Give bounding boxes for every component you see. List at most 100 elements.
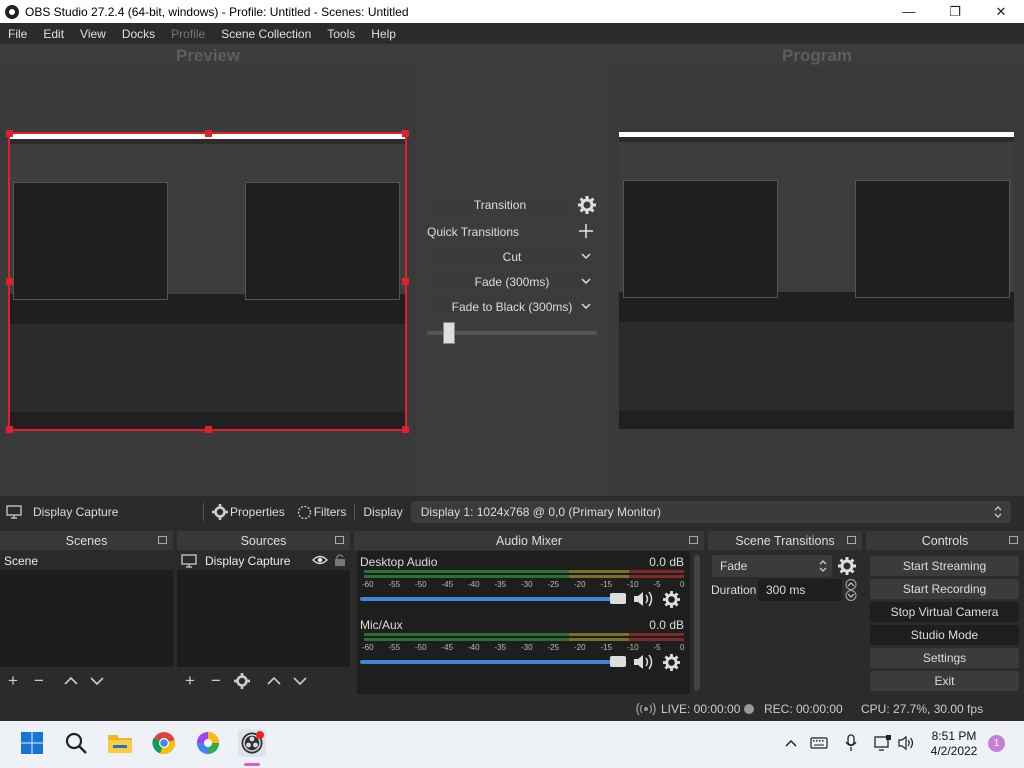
chevron-down-icon bbox=[581, 253, 591, 260]
menu-docks[interactable]: Docks bbox=[114, 27, 163, 41]
scene-item-label: Scene bbox=[4, 553, 39, 568]
start-recording-button[interactable]: Start Recording bbox=[870, 579, 1019, 599]
quick-transition-fade[interactable]: Fade (300ms) bbox=[427, 272, 597, 292]
chrome-button[interactable] bbox=[150, 729, 178, 757]
close-button[interactable]: ✕ bbox=[978, 0, 1024, 23]
controls-dock-title: Controls bbox=[866, 531, 1024, 550]
float-dock-icon[interactable] bbox=[335, 536, 344, 544]
search-button[interactable] bbox=[62, 729, 90, 757]
notification-badge[interactable]: 1 bbox=[988, 735, 1005, 752]
meter-scale-label: -45 bbox=[441, 643, 454, 652]
duration-value: 300 ms bbox=[766, 583, 806, 597]
scenes-dock-title: Scenes bbox=[0, 531, 173, 550]
remove-scene-button[interactable]: − bbox=[26, 670, 52, 692]
search-icon bbox=[65, 732, 87, 754]
settings-button[interactable]: Settings bbox=[870, 648, 1019, 668]
move-source-down-button[interactable] bbox=[287, 670, 313, 692]
transition-type-select[interactable]: Fade bbox=[712, 555, 832, 577]
display-icon[interactable] bbox=[874, 735, 892, 751]
gear-icon[interactable] bbox=[663, 654, 680, 671]
move-source-up-button[interactable] bbox=[261, 670, 287, 692]
meter-scale-label: -50 bbox=[415, 643, 427, 652]
mixer-scrollbar[interactable] bbox=[694, 555, 700, 691]
volume-slider-handle[interactable] bbox=[610, 656, 626, 667]
start-button[interactable] bbox=[18, 729, 46, 757]
obs-taskbar-button[interactable] bbox=[238, 729, 266, 757]
meter-scale-label: -10 bbox=[627, 643, 639, 652]
move-scene-down-button[interactable] bbox=[84, 670, 110, 692]
eye-icon[interactable] bbox=[312, 554, 328, 566]
menu-tools[interactable]: Tools bbox=[319, 27, 363, 41]
chevron-up-icon bbox=[64, 676, 78, 685]
meter-scale-label: -20 bbox=[574, 580, 586, 589]
speaker-icon[interactable] bbox=[633, 590, 655, 608]
source-selection-box[interactable] bbox=[6, 130, 409, 433]
duration-input[interactable]: 300 ms bbox=[758, 579, 842, 601]
menu-profile[interactable]: Profile bbox=[163, 27, 213, 41]
quick-transitions-label: Quick Transitions bbox=[427, 225, 520, 239]
duration-label: Duration bbox=[711, 583, 757, 597]
microphone-icon[interactable] bbox=[844, 734, 858, 752]
source-item[interactable]: Display Capture bbox=[177, 551, 350, 570]
menu-help[interactable]: Help bbox=[363, 27, 404, 41]
float-dock-icon[interactable] bbox=[1009, 536, 1018, 544]
menu-scene-collection[interactable]: Scene Collection bbox=[213, 27, 319, 41]
filters-button[interactable]: Filters bbox=[297, 505, 347, 520]
add-scene-button[interactable]: + bbox=[0, 670, 26, 692]
maximize-button[interactable]: ❐ bbox=[932, 0, 978, 23]
menu-file[interactable]: File bbox=[0, 27, 35, 41]
chevron-up-icon[interactable] bbox=[784, 737, 798, 751]
minimize-button[interactable]: — bbox=[886, 0, 932, 23]
windows-taskbar: 8:51 PM 4/2/2022 1 bbox=[0, 721, 1024, 768]
sources-dock-title: Sources bbox=[177, 531, 350, 550]
meter-scale-label: 0 bbox=[680, 643, 685, 652]
transition-button[interactable]: Transition bbox=[427, 195, 573, 215]
tbar-handle[interactable] bbox=[442, 322, 455, 344]
volume-icon[interactable] bbox=[898, 735, 916, 751]
transition-type-value: Fade bbox=[720, 559, 748, 573]
exit-button[interactable]: Exit bbox=[870, 671, 1019, 691]
add-source-button[interactable]: + bbox=[177, 670, 203, 692]
system-clock[interactable]: 8:51 PM 4/2/2022 bbox=[924, 729, 984, 759]
quick-transition-cut[interactable]: Cut bbox=[427, 247, 597, 267]
source-toolbar: Display Capture Properties Filters Displ… bbox=[0, 498, 1024, 526]
float-dock-icon[interactable] bbox=[689, 536, 698, 544]
float-dock-icon[interactable] bbox=[158, 536, 167, 544]
volume-slider-handle[interactable] bbox=[610, 593, 626, 604]
move-scene-up-button[interactable] bbox=[58, 670, 84, 692]
studio-mode-button[interactable]: Studio Mode bbox=[870, 625, 1019, 645]
menu-view[interactable]: View bbox=[72, 27, 114, 41]
transition-properties-gear-icon[interactable] bbox=[838, 557, 856, 575]
file-explorer-button[interactable] bbox=[106, 729, 134, 757]
record-dot-icon bbox=[744, 704, 754, 714]
start-streaming-button[interactable]: Start Streaming bbox=[870, 556, 1019, 576]
stop-virtual-camera-button[interactable]: Stop Virtual Camera bbox=[870, 602, 1019, 622]
meter-scale-label: -55 bbox=[388, 580, 401, 589]
scenes-title: Scenes bbox=[65, 533, 108, 548]
meter-scale-label: 0 bbox=[680, 580, 685, 589]
display-select[interactable]: Display 1: 1024x768 @ 0,0 (Primary Monit… bbox=[410, 501, 1011, 523]
source-properties-button[interactable] bbox=[229, 670, 255, 692]
sources-list: Display Capture bbox=[177, 551, 350, 667]
volume-slider-track[interactable] bbox=[360, 660, 624, 664]
preview-pane[interactable] bbox=[0, 66, 416, 496]
add-quick-transition-plus-icon[interactable] bbox=[579, 224, 593, 238]
remove-source-button[interactable]: − bbox=[203, 670, 229, 692]
filters-label: Filters bbox=[313, 505, 347, 519]
transition-settings-gear-icon[interactable] bbox=[578, 196, 596, 214]
menu-edit[interactable]: Edit bbox=[35, 27, 72, 41]
duration-stepper[interactable] bbox=[844, 579, 858, 601]
volume-slider-track[interactable] bbox=[360, 597, 624, 601]
properties-button[interactable]: Properties bbox=[212, 504, 285, 520]
gear-icon[interactable] bbox=[663, 591, 680, 608]
scene-item[interactable]: Scene bbox=[0, 551, 173, 570]
color-app-button[interactable] bbox=[194, 729, 222, 757]
keyboard-icon[interactable] bbox=[810, 736, 828, 750]
float-dock-icon[interactable] bbox=[847, 536, 856, 544]
quick-transition-fade-to-black[interactable]: Fade to Black (300ms) bbox=[427, 297, 597, 317]
meter-scale-label: -25 bbox=[547, 643, 560, 652]
speaker-icon[interactable] bbox=[633, 653, 655, 671]
audio-mixer-body: Desktop Audio 0.0 dB -60 -55 -50 -45 -40 -35-… bbox=[354, 551, 704, 694]
lock-icon[interactable] bbox=[334, 553, 346, 567]
scene-transitions-title: Scene Transitions bbox=[735, 533, 835, 548]
